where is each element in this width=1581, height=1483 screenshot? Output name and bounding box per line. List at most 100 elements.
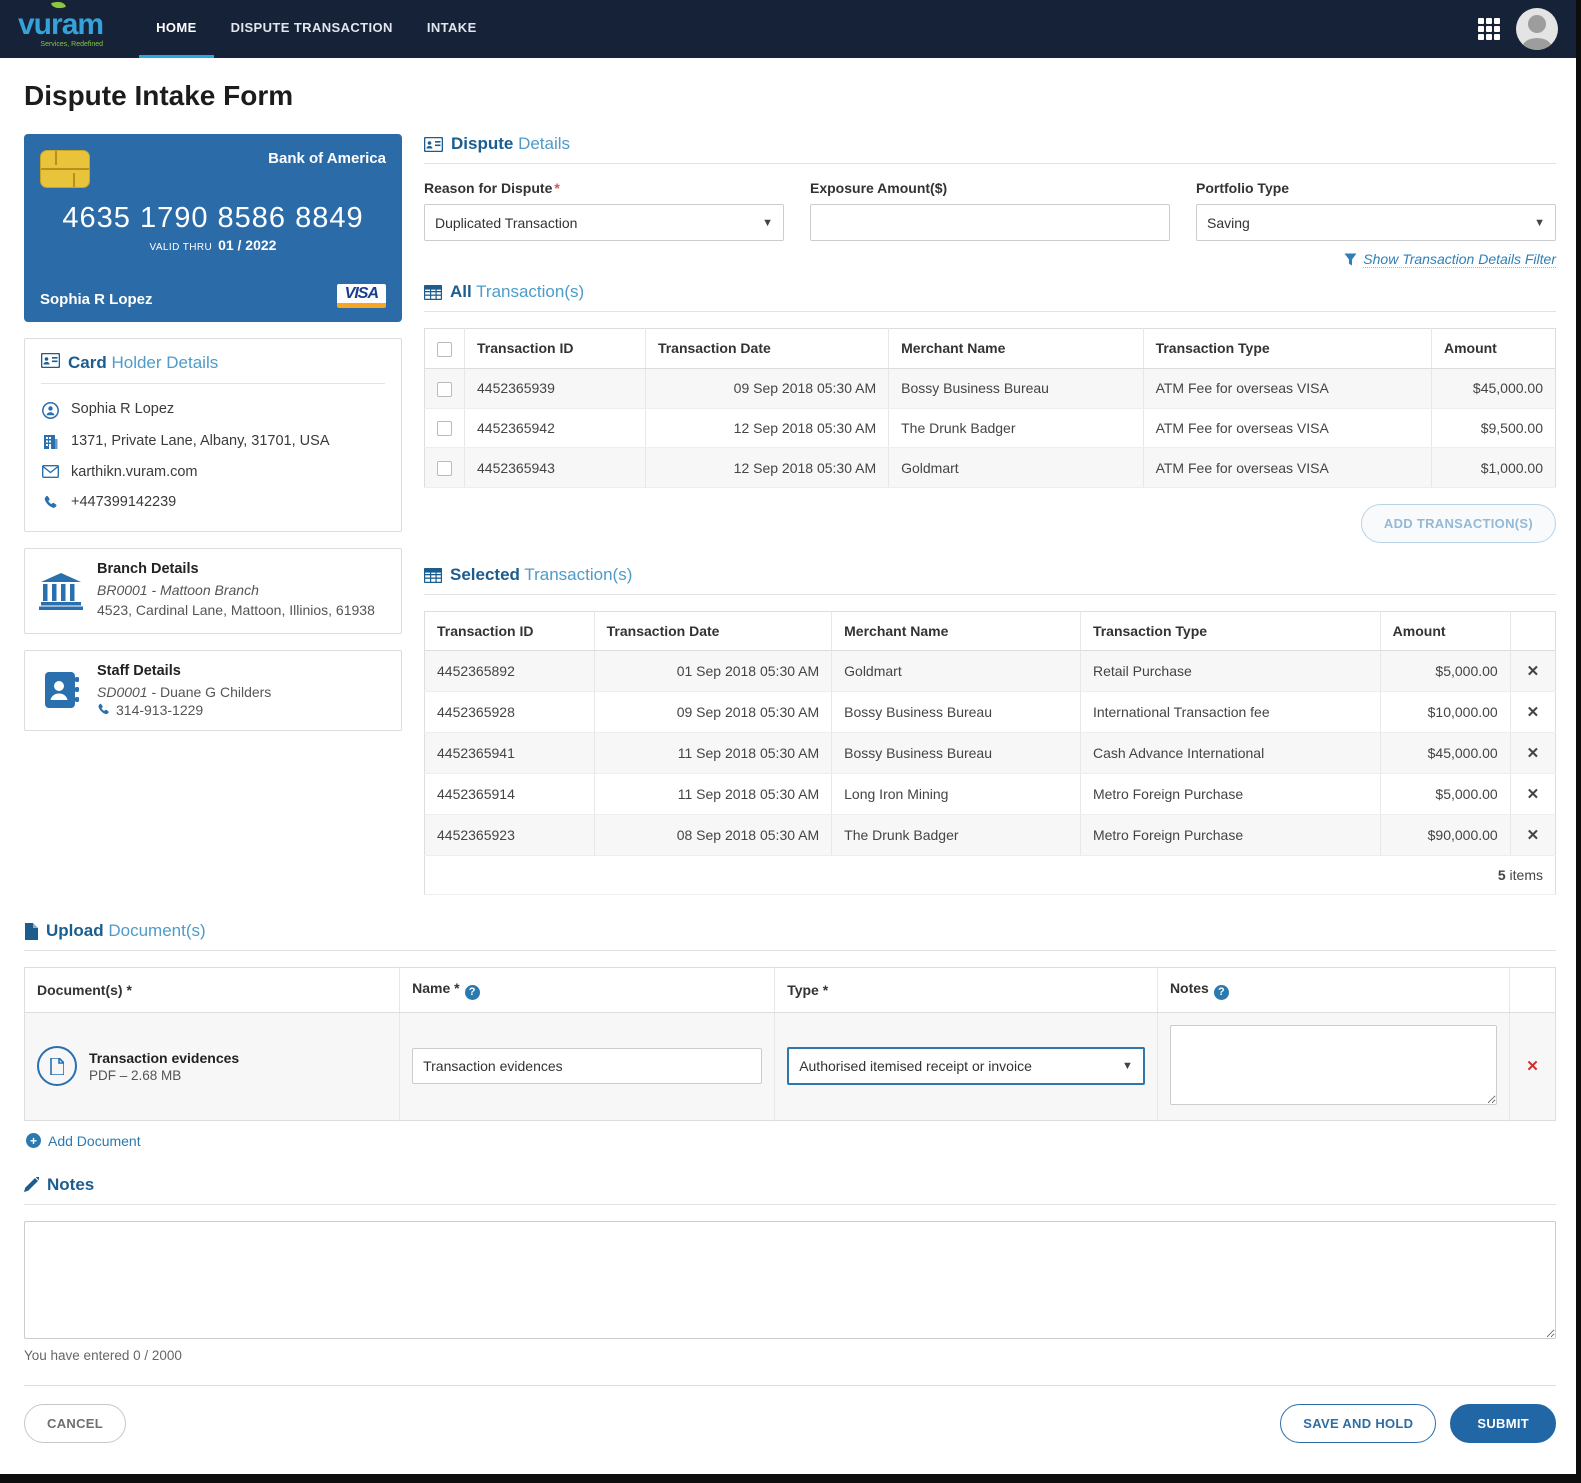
building-icon xyxy=(41,434,59,450)
selected-transactions-table: Transaction ID Transaction Date Merchant… xyxy=(424,611,1556,896)
delete-row-icon[interactable]: ✕ xyxy=(1510,773,1556,816)
card-holder-name: Sophia R Lopez xyxy=(40,291,153,308)
table-row: 4452365941 11 Sep 2018 05:30 AM Bossy Bu… xyxy=(424,732,1556,775)
plus-icon: + xyxy=(26,1133,41,1149)
nav-item-intake[interactable]: INTAKE xyxy=(410,0,494,58)
chevron-down-icon: ▼ xyxy=(762,216,773,229)
id-card-icon xyxy=(424,136,443,152)
reason-for-dispute-label: Reason for Dispute * xyxy=(424,180,560,196)
file-icon[interactable] xyxy=(37,1046,77,1087)
table-icon xyxy=(424,284,442,300)
table-row: 4452365942 12 Sep 2018 05:30 AM The Drun… xyxy=(424,408,1556,449)
id-card-icon xyxy=(40,352,61,373)
staff-phone-text: 314-913-1229 xyxy=(116,701,204,718)
all-transactions-header: All Transaction(s) xyxy=(424,282,1556,312)
row-checkbox[interactable] xyxy=(437,421,452,437)
holder-phone-row: +447399142239 xyxy=(41,487,385,517)
phone-icon xyxy=(41,495,59,510)
upload-documents-header: Upload Document(s) xyxy=(24,921,1556,952)
visa-logo: VISA xyxy=(336,284,386,308)
delete-document-icon[interactable]: ✕ xyxy=(1509,1012,1556,1121)
column-header: Merchant Name xyxy=(831,611,1081,652)
show-transaction-filter-link[interactable]: Show Transaction Details Filter xyxy=(1363,251,1556,268)
card-bank-name: Bank of America xyxy=(268,150,386,167)
column-header: Amount xyxy=(1380,611,1511,652)
user-avatar[interactable] xyxy=(1516,8,1558,50)
brand-part: am xyxy=(61,8,104,41)
portfolio-type-label: Portfolio Type xyxy=(1196,180,1290,196)
staff-code-name: SD0001 - Duane G Childers xyxy=(97,683,272,700)
submit-button[interactable]: SUBMIT xyxy=(1450,1403,1556,1443)
nav-item-home[interactable]: HOME xyxy=(139,0,214,58)
reason-for-dispute-select[interactable]: Duplicated Transaction ▼ xyxy=(424,204,784,241)
add-document-link[interactable]: + Add Document xyxy=(26,1133,1554,1149)
select-all-checkbox[interactable] xyxy=(437,341,452,357)
document-notes-textarea[interactable] xyxy=(1169,1024,1498,1105)
card-number: 4635 1790 8586 8849 xyxy=(62,202,364,234)
staff-details-panel: Staff Details SD0001 - Duane G Childers … xyxy=(24,649,402,731)
row-checkbox[interactable] xyxy=(437,461,452,477)
pencil-icon xyxy=(24,1177,39,1193)
notes-textarea[interactable] xyxy=(24,1220,1556,1339)
valid-thru-value: 01 / 2022 xyxy=(218,237,277,253)
footer-actions: CANCEL SAVE AND HOLD SUBMIT xyxy=(0,1386,1576,1469)
top-navbar: vu r am Services, Redefined HOME DISPUTE T… xyxy=(0,0,1576,58)
column-header: Transaction Date xyxy=(594,611,833,652)
column-header: Transaction Date xyxy=(645,328,890,369)
save-and-hold-button[interactable]: SAVE AND HOLD xyxy=(1280,1403,1437,1443)
column-header: Transaction ID xyxy=(424,611,595,652)
holder-name-row: Sophia R Lopez xyxy=(41,394,385,426)
card-chip-icon xyxy=(40,150,90,188)
brand-part: vu xyxy=(18,8,52,41)
holder-address-text: 1371, Private Lane, Albany, 31701, USA xyxy=(71,433,330,449)
main-content: Dispute Details Reason for Dispute * Dupl… xyxy=(424,134,1556,896)
column-header: Transaction Type xyxy=(1143,328,1432,369)
envelope-icon xyxy=(41,465,59,478)
column-header: Type * xyxy=(774,967,1158,1013)
help-icon[interactable]: ? xyxy=(464,984,480,1000)
nav-item-dispute-transaction[interactable]: DISPUTE TRANSACTION xyxy=(214,0,410,58)
document-row: Transaction evidences PDF – 2.68 MB Auth… xyxy=(24,1012,1556,1121)
table-row: 4452365928 09 Sep 2018 05:30 AM Bossy Bu… xyxy=(424,691,1556,734)
delete-row-icon[interactable]: ✕ xyxy=(1510,732,1556,775)
column-header: Merchant Name xyxy=(888,328,1144,369)
nav-menu: HOME DISPUTE TRANSACTION INTAKE xyxy=(139,0,494,58)
document-file-meta: PDF – 2.68 MB xyxy=(89,1067,182,1083)
column-header: Document(s) * xyxy=(24,967,401,1013)
staff-phone-row: 314-913-1229 xyxy=(97,702,271,718)
document-file-name: Transaction evidences xyxy=(89,1049,240,1066)
brand-logo[interactable]: vu r am Services, Redefined xyxy=(18,0,104,48)
holder-email-row: karthikn.vuram.com xyxy=(41,457,385,487)
document-name-input[interactable] xyxy=(412,1048,763,1085)
page-title: Dispute Intake Form xyxy=(24,80,294,111)
brand-part: r xyxy=(51,0,66,40)
chevron-down-icon: ▼ xyxy=(1534,216,1545,229)
staff-details-title: Staff Details xyxy=(97,662,181,679)
apps-grid-icon[interactable] xyxy=(1478,18,1500,40)
branch-address: 4523, Cardinal Lane, Mattoon, Illinios, … xyxy=(97,602,375,619)
table-row: 4452365939 09 Sep 2018 05:30 AM Bossy Bu… xyxy=(424,368,1556,409)
help-icon[interactable]: ? xyxy=(1213,984,1229,1000)
row-checkbox[interactable] xyxy=(437,381,452,397)
holder-name-text: Sophia R Lopez xyxy=(71,401,175,417)
chevron-down-icon: ▼ xyxy=(1122,1060,1133,1073)
add-transactions-button[interactable]: ADD TRANSACTION(S) xyxy=(1360,504,1556,544)
delete-row-icon[interactable]: ✕ xyxy=(1510,650,1556,693)
document-type-select[interactable]: Authorised itemised receipt or invoice ▼ xyxy=(787,1047,1145,1086)
cancel-button[interactable]: CANCEL xyxy=(24,1403,126,1443)
exposure-amount-input[interactable] xyxy=(810,204,1170,241)
column-header: Transaction Type xyxy=(1080,611,1381,652)
all-transactions-table: Transaction ID Transaction Date Merchant… xyxy=(424,328,1556,489)
column-header: Notes? xyxy=(1157,967,1511,1013)
column-header: Amount xyxy=(1431,328,1556,369)
holder-address-row: 1371, Private Lane, Albany, 31701, USA xyxy=(41,426,385,457)
table-icon xyxy=(424,567,442,583)
transaction-filter-link-row: Show Transaction Details Filter xyxy=(424,251,1556,268)
phone-icon xyxy=(97,703,110,716)
delete-row-icon[interactable]: ✕ xyxy=(1510,691,1556,734)
table-row: 4452365923 08 Sep 2018 05:30 AM The Drun… xyxy=(424,814,1556,857)
portfolio-type-select[interactable]: Saving ▼ xyxy=(1196,204,1556,241)
exposure-amount-label: Exposure Amount($) xyxy=(810,180,948,196)
filter-funnel-icon xyxy=(1344,253,1357,266)
delete-row-icon[interactable]: ✕ xyxy=(1510,814,1556,857)
